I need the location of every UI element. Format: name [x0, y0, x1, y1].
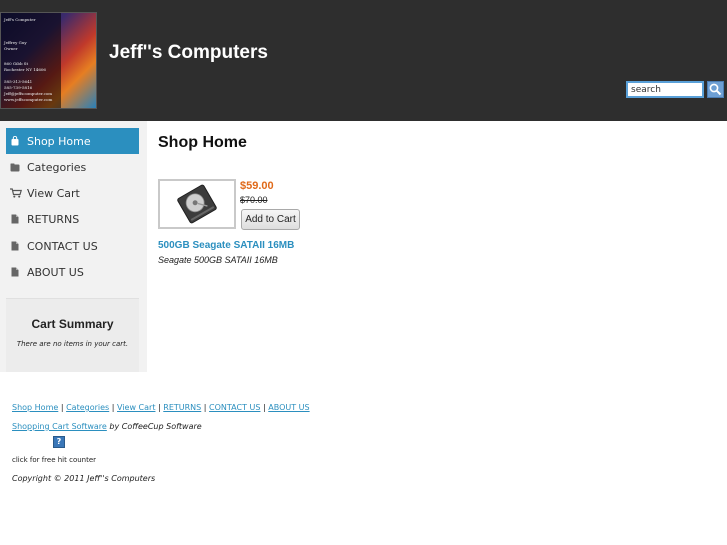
- footer-link-returns[interactable]: RETURNS: [163, 403, 201, 412]
- footer-link-view-cart[interactable]: View Cart: [117, 403, 155, 412]
- sidebar-item-label: Shop Home: [27, 135, 91, 148]
- business-card-logo[interactable]: Jeff's Computer Jeffrey Guy Owner 860 Gi…: [0, 12, 97, 109]
- folder-icon: [10, 163, 20, 172]
- hit-counter-text[interactable]: click for free hit counter: [12, 456, 96, 464]
- footer-link-contact-us[interactable]: CONTACT US: [209, 403, 260, 412]
- sidebar-item-returns[interactable]: RETURNS: [6, 206, 139, 232]
- footer-link-about-us[interactable]: ABOUT US: [268, 403, 309, 412]
- logo-text: Jeffrey Guy: [4, 40, 27, 45]
- product-description: Seagate 500GB SATAII 16MB: [158, 255, 278, 265]
- footer-link-shop-home[interactable]: Shop Home: [12, 403, 58, 412]
- footer-separator: |: [60, 403, 64, 412]
- page-icon: [11, 214, 19, 224]
- logo-text: 860 Gibb St: [4, 61, 29, 66]
- logo-text: 585-739-5816: [4, 85, 33, 90]
- logo-text: Jeff's Computer: [4, 17, 36, 22]
- logo-text: 585-313-5641: [4, 79, 33, 84]
- sidebar-item-label: RETURNS: [27, 213, 80, 226]
- search-input[interactable]: [626, 81, 704, 98]
- logo-text: Owner: [4, 46, 18, 51]
- sidebar-item-shop-home[interactable]: Shop Home: [6, 128, 139, 154]
- page-icon: [11, 267, 19, 277]
- sidebar-item-about-us[interactable]: ABOUT US: [6, 259, 139, 285]
- cart-icon: [10, 188, 22, 198]
- hard-drive-icon: [177, 184, 217, 224]
- add-to-cart-button[interactable]: Add to Cart: [241, 209, 300, 230]
- sidebar-item-label: CONTACT US: [27, 240, 98, 253]
- product-name-link[interactable]: 500GB Seagate SATAII 16MB: [158, 240, 294, 251]
- sidebar-item-label: View Cart: [27, 187, 80, 200]
- site-title[interactable]: Jeff''s Computers: [109, 42, 268, 64]
- bag-icon: [11, 136, 19, 146]
- sidebar-item-contact-us[interactable]: CONTACT US: [6, 233, 139, 259]
- footer-separator: |: [203, 403, 207, 412]
- copyright: Copyright © 2011 Jeff''s Computers: [12, 474, 156, 483]
- original-price: $70.00: [240, 195, 268, 205]
- footer-nav: Shop Home | Categories | View Cart | RET…: [12, 403, 310, 412]
- site-header: Jeff's Computer Jeffrey Guy Owner 860 Gi…: [0, 0, 727, 121]
- shopping-cart-software-link[interactable]: Shopping Cart Software: [12, 422, 107, 431]
- cart-empty-message: There are no items in your cart.: [16, 340, 129, 348]
- footer-link-categories[interactable]: Categories: [66, 403, 109, 412]
- page-icon: [11, 241, 19, 251]
- logo-text: Rochester NY 14606: [4, 67, 46, 72]
- product-image[interactable]: [158, 179, 236, 229]
- footer-separator: |: [263, 403, 266, 412]
- search-button[interactable]: [707, 81, 724, 98]
- sidebar: Shop Home Categories View Cart RETURNS C…: [0, 121, 147, 372]
- powered-by: Shopping Cart Software by CoffeeCup Soft…: [12, 422, 202, 431]
- footer-separator: |: [111, 403, 115, 412]
- sidebar-item-label: ABOUT US: [27, 266, 84, 279]
- hit-counter-icon[interactable]: ?: [53, 436, 65, 448]
- logo-text: www.jeffscomputer.com: [4, 97, 53, 102]
- cart-summary: Cart Summary There are no items in your …: [6, 298, 139, 372]
- powered-by-text: by CoffeeCup Software: [106, 422, 202, 431]
- search-icon: [709, 83, 722, 96]
- logo-text: Jeff@jeffscomputer.com: [4, 91, 53, 96]
- sidebar-item-categories[interactable]: Categories: [6, 154, 139, 180]
- sale-price: $59.00: [240, 180, 274, 192]
- sidebar-item-view-cart[interactable]: View Cart: [6, 180, 139, 206]
- sidebar-item-label: Categories: [27, 161, 87, 174]
- page-title: Shop Home: [158, 134, 247, 151]
- footer-separator: |: [158, 403, 161, 412]
- cart-summary-title: Cart Summary: [31, 317, 114, 331]
